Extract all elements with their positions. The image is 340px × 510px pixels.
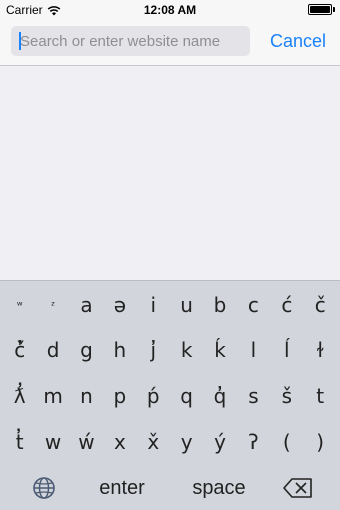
navigation-bar: Cancel [0, 20, 340, 66]
keyboard: ʷ ᶻ a ə i u b c ć č č̓ d g h ȷ̓ k ḱ l ĺ … [0, 280, 340, 510]
key[interactable]: q [171, 377, 203, 415]
key[interactable]: ə [104, 286, 136, 324]
key[interactable]: š [271, 377, 303, 415]
key[interactable]: h [104, 331, 136, 369]
key[interactable]: n [70, 377, 102, 415]
key[interactable]: ĺ [271, 331, 303, 369]
key[interactable]: a [70, 286, 102, 324]
key[interactable]: ( [271, 423, 303, 461]
keyboard-row-4: t̓ w ẃ x x̌ y ý ʔ ( ) [0, 423, 340, 461]
key[interactable]: i [137, 286, 169, 324]
key[interactable]: ) [304, 423, 336, 461]
key[interactable]: t [304, 377, 336, 415]
status-time: 12:08 AM [143, 3, 197, 17]
key[interactable]: ʔ [237, 423, 269, 461]
text-cursor [19, 32, 21, 50]
key[interactable]: m [37, 377, 69, 415]
key[interactable]: ẃ [70, 423, 102, 461]
key[interactable]: ṕ [137, 377, 169, 415]
battery-tip [333, 7, 335, 12]
keyboard-row-2: č̓ d g h ȷ̓ k ḱ l ĺ ɫ [0, 331, 340, 369]
key[interactable]: u [171, 286, 203, 324]
globe-key[interactable] [26, 469, 62, 507]
cancel-button[interactable]: Cancel [270, 31, 326, 52]
key[interactable]: s [237, 377, 269, 415]
key[interactable]: t̓ [4, 423, 36, 461]
key[interactable]: č̓ [4, 331, 36, 369]
keyboard-bottom-row: enter space [0, 469, 340, 507]
key[interactable]: ć [271, 286, 303, 324]
key[interactable]: g [70, 331, 102, 369]
key[interactable]: ƛ̓ [4, 377, 36, 415]
key[interactable]: d [37, 331, 69, 369]
status-bar: Carrier 12:08 AM [0, 0, 340, 20]
key[interactable]: c [237, 286, 269, 324]
key[interactable]: k [171, 331, 203, 369]
delete-backspace-icon [283, 478, 312, 498]
key[interactable]: ḱ [204, 331, 236, 369]
content-area [0, 67, 340, 280]
enter-key[interactable]: enter [82, 469, 162, 507]
key[interactable]: ɫ [304, 331, 336, 369]
key[interactable]: x [104, 423, 136, 461]
key[interactable]: l [237, 331, 269, 369]
key[interactable]: p [104, 377, 136, 415]
key[interactable]: b [204, 286, 236, 324]
search-input[interactable] [11, 26, 250, 56]
key[interactable]: q̓ [204, 377, 236, 415]
key[interactable]: y [171, 423, 203, 461]
key[interactable]: č [304, 286, 336, 324]
delete-key[interactable] [278, 469, 318, 507]
key[interactable]: ʷ [4, 286, 36, 324]
keyboard-row-3: ƛ̓ m n p ṕ q q̓ s š t [0, 377, 340, 415]
key[interactable]: x̌ [137, 423, 169, 461]
key[interactable]: ᶻ [37, 286, 69, 324]
space-key[interactable]: space [178, 469, 260, 507]
key[interactable]: ȷ̓ [137, 331, 169, 369]
battery-icon [308, 4, 332, 15]
key[interactable]: w [37, 423, 69, 461]
keyboard-row-1: ʷ ᶻ a ə i u b c ć č [0, 286, 340, 324]
key[interactable]: ý [204, 423, 236, 461]
globe-icon [33, 477, 55, 499]
